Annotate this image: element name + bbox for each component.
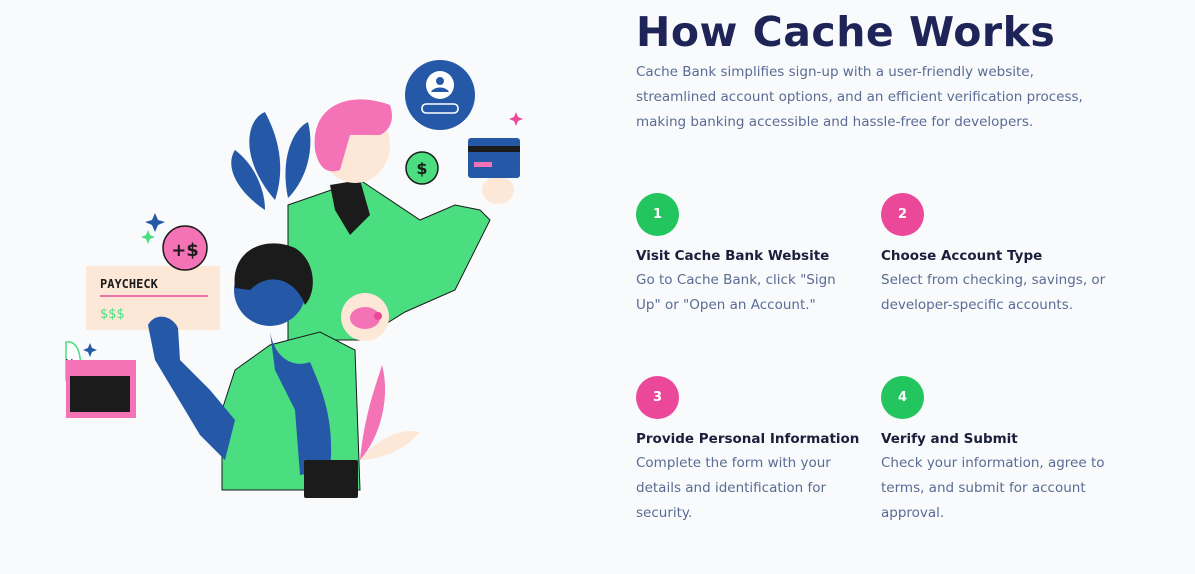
step-4: 4 Verify and Submit Check your informati… bbox=[881, 376, 1106, 526]
step-title: Choose Account Type bbox=[881, 248, 1043, 264]
paycheck-amount: $$$ bbox=[100, 307, 125, 322]
step-description: Check your information, agree to terms, … bbox=[881, 455, 1105, 521]
coin-symbol: +$ bbox=[171, 240, 199, 261]
small-coin-symbol: $ bbox=[416, 159, 427, 178]
step-number-badge: 1 bbox=[636, 193, 679, 236]
step-2: 2 Choose Account Type Select from checki… bbox=[881, 193, 1106, 318]
step-number-badge: 3 bbox=[636, 376, 679, 419]
step-description: Go to Cache Bank, click "Sign Up" or "Op… bbox=[636, 272, 836, 313]
banking-illustration: $ PAYCHECK $$$ +$ Y bbox=[60, 50, 530, 510]
profile-icon bbox=[405, 60, 475, 130]
small-coin-icon: $ bbox=[405, 151, 439, 185]
step-3: 3 Provide Personal Information Complete … bbox=[636, 376, 861, 526]
step-number-badge: 4 bbox=[881, 376, 924, 419]
step-title: Verify and Submit bbox=[881, 431, 1018, 447]
plus-dollar-coin-icon: +$ bbox=[162, 225, 208, 271]
calendar-icon: Y bbox=[65, 341, 136, 418]
paycheck-label: PAYCHECK bbox=[100, 277, 159, 291]
step-description: Select from checking, savings, or develo… bbox=[881, 272, 1106, 313]
page-title: How Cache Works bbox=[636, 8, 1056, 56]
step-title: Provide Personal Information bbox=[636, 431, 860, 447]
woman-figure bbox=[287, 99, 520, 341]
step-1: 1 Visit Cache Bank Website Go to Cache B… bbox=[636, 193, 861, 318]
step-title: Visit Cache Bank Website bbox=[636, 248, 830, 264]
piggy-bank-icon bbox=[341, 293, 389, 341]
intro-text: Cache Bank simplifies sign-up with a use… bbox=[636, 64, 1083, 130]
step-description: Complete the form with your details and … bbox=[636, 455, 831, 521]
step-number-badge: 2 bbox=[881, 193, 924, 236]
illustration-svg: $ PAYCHECK $$$ +$ Y bbox=[65, 60, 523, 498]
